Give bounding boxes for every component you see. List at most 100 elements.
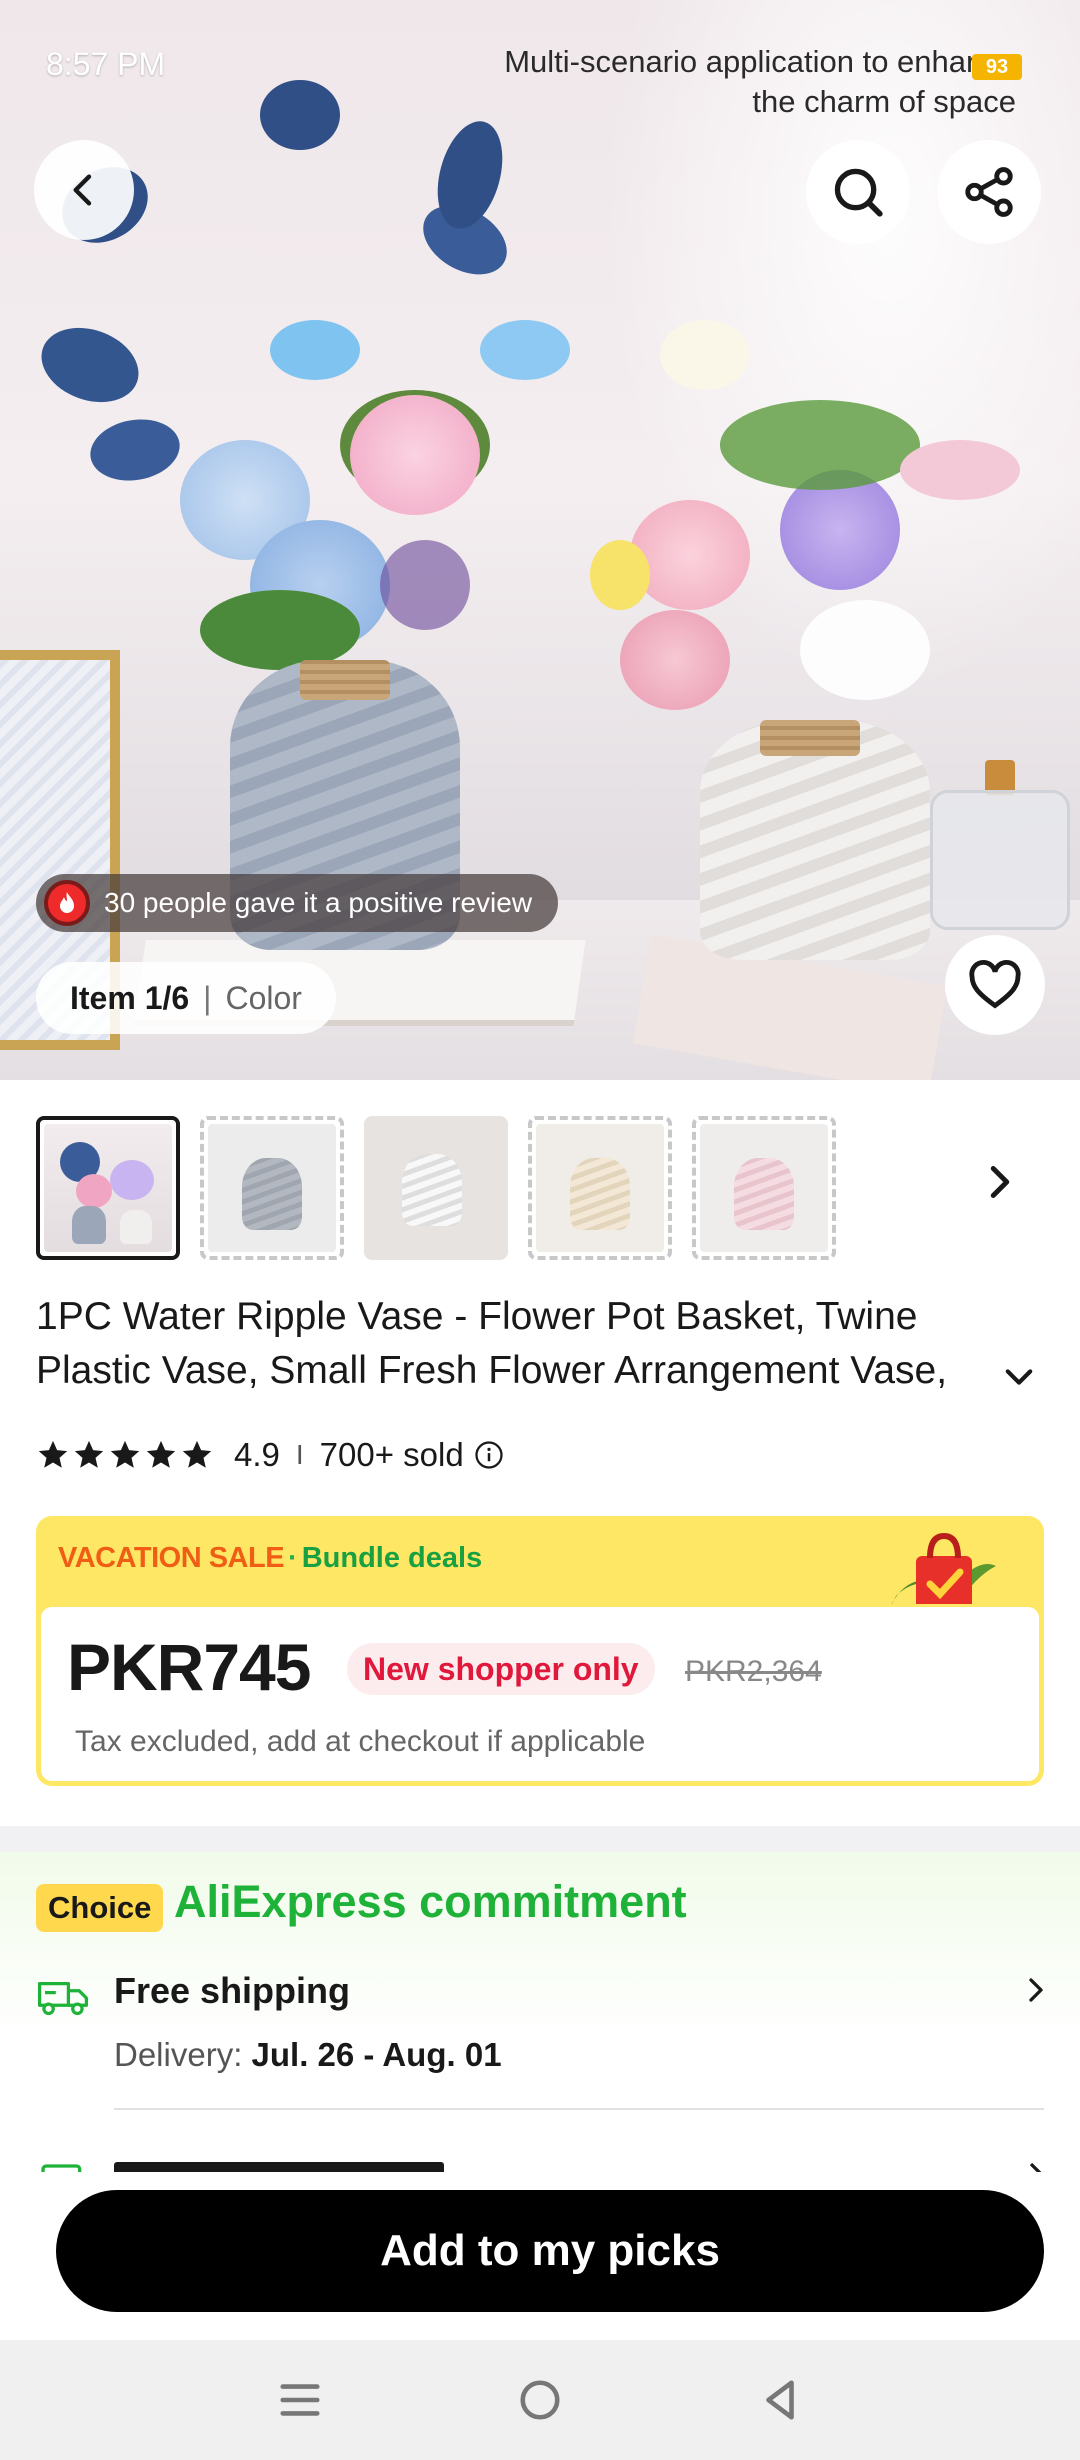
thumbnail-cream-vase[interactable]: [528, 1116, 672, 1260]
leaf: [260, 80, 340, 150]
commitment-title: AliExpress commitment: [174, 1876, 687, 1927]
sold-count: 700+ sold: [319, 1436, 464, 1473]
flower: [350, 395, 480, 515]
flower: [270, 320, 360, 380]
flower: [590, 540, 650, 610]
leaf: [720, 400, 920, 490]
star-icon: [38, 1440, 68, 1468]
wishlist-button[interactable]: [945, 935, 1045, 1035]
thumbnail-gray-vase[interactable]: [200, 1116, 344, 1260]
leaf: [31, 315, 149, 415]
battery-indicator: 93: [972, 54, 1022, 80]
product-title: 1PC Water Ripple Vase - Flower Pot Baske…: [36, 1295, 948, 1392]
hero-caption-line1: Multi-scenario application to enhance: [504, 44, 1016, 79]
thumbnail-pink-vase[interactable]: [692, 1116, 836, 1260]
search-icon: [834, 168, 883, 217]
star-icon: [182, 1440, 212, 1468]
recents-button[interactable]: [270, 2370, 330, 2430]
image-counter[interactable]: Item 1/6 | Color: [36, 962, 336, 1034]
twine: [300, 660, 390, 700]
thumbnail-vase: [402, 1154, 462, 1226]
delivery-estimate: Delivery: Jul. 26 - Aug. 01: [114, 2036, 502, 2074]
thumbnail-vase: [120, 1210, 152, 1244]
sale-dot: ·: [288, 1542, 298, 1574]
hero-caption-line2: the charm of space: [752, 84, 1016, 119]
thumbnail-next-button[interactable]: [978, 1160, 1022, 1204]
new-shopper-badge: New shopper only: [347, 1643, 655, 1695]
leaf: [200, 590, 360, 670]
fire-icon: [44, 880, 90, 926]
bundle-deals-link[interactable]: Bundle deals: [302, 1542, 483, 1575]
next-row-peek: [36, 2152, 1044, 2172]
row-divider: [114, 2108, 1044, 2110]
back-triangle-icon: [766, 2380, 794, 2420]
info-icon[interactable]: [474, 1440, 504, 1470]
sale-event-label: VACATION SALE: [58, 1542, 285, 1574]
chevron-right-icon: [1029, 1978, 1043, 2002]
twine: [760, 720, 860, 756]
thumbnail-white-vase[interactable]: [364, 1116, 508, 1260]
home-button[interactable]: [510, 2370, 570, 2430]
share-icon: [965, 167, 1013, 217]
thumbnail-vase: [734, 1158, 794, 1230]
thumbnail-flower: [110, 1160, 154, 1200]
sale-header[interactable]: VACATION SALE · Bundle deals: [58, 1542, 482, 1575]
shipping-title: Free shipping: [114, 1970, 351, 2011]
rating-value: 4.9: [234, 1436, 280, 1473]
review-text: 30 people gave it a positive review: [104, 887, 533, 918]
counter-separator: |: [203, 979, 212, 1016]
add-to-picks-button[interactable]: Add to my picks: [56, 2190, 1044, 2312]
diffuser-bottle: [930, 790, 1070, 930]
variant-label: Color: [225, 979, 302, 1016]
flower: [620, 610, 730, 710]
flower: [480, 320, 570, 380]
flower: [660, 320, 750, 390]
tax-note: Tax excluded, add at checkout if applica…: [75, 1725, 646, 1758]
thumbnail-main[interactable]: [36, 1116, 180, 1260]
home-icon: [520, 2380, 560, 2420]
status-time: 8:57 PM: [46, 46, 166, 82]
leaf: [85, 412, 185, 488]
delivery-label: Delivery:: [114, 2036, 243, 2073]
price-section: VACATION SALE · Bundle deals PKR745 New …: [36, 1516, 1044, 1786]
commitment-section: Choice AliExpress commitment Free shippi…: [0, 1852, 1080, 2192]
section-divider: [0, 1826, 1080, 1852]
chevron-down-icon: [1005, 1369, 1033, 1385]
white-vase: [700, 720, 930, 960]
item-counter: Item 1/6: [70, 979, 190, 1016]
star-icon: [146, 1440, 176, 1468]
star-icon: [110, 1440, 140, 1468]
back-button[interactable]: [34, 140, 134, 240]
delivery-dates: Jul. 26 - Aug. 01: [251, 2036, 502, 2073]
rating-stars: [36, 1438, 214, 1472]
original-price: PKR2,364: [685, 1655, 822, 1688]
thumbnail-flower: [76, 1174, 112, 1208]
choice-badge: Choice: [36, 1884, 164, 1932]
share-button[interactable]: [937, 140, 1041, 244]
rating-divider: I: [295, 1439, 304, 1470]
price-card: PKR745 New shopper only PKR2,364 Tax exc…: [38, 1604, 1042, 1784]
leaf: [380, 540, 470, 630]
thumbnail-strip: [36, 1116, 836, 1260]
expand-title-button[interactable]: [1004, 1366, 1034, 1393]
back-icon: [73, 174, 92, 206]
rating-row[interactable]: 4.9 I 700+ sold: [36, 1430, 504, 1480]
system-navigation-bar: [0, 2340, 1080, 2460]
next-row-title-stub: [114, 2162, 444, 2172]
flower: [800, 600, 930, 700]
positive-review-badge: 30 people gave it a positive review: [36, 874, 559, 932]
thumbnail-vase: [242, 1158, 302, 1230]
thumbnail-vase: [570, 1158, 630, 1230]
star-icon: [74, 1440, 104, 1468]
menu-icon: [280, 2384, 320, 2416]
shopping-bag-icon: [886, 1532, 996, 1616]
truck-icon: [37, 1981, 89, 2016]
search-button[interactable]: [806, 140, 910, 244]
returns-icon: [41, 2164, 82, 2172]
heart-icon: [969, 960, 1021, 1009]
current-price: PKR745: [67, 1630, 311, 1704]
chevron-right-icon: [1029, 2162, 1042, 2172]
flower: [630, 500, 750, 610]
system-back-button[interactable]: [750, 2370, 810, 2430]
flower: [900, 440, 1020, 500]
